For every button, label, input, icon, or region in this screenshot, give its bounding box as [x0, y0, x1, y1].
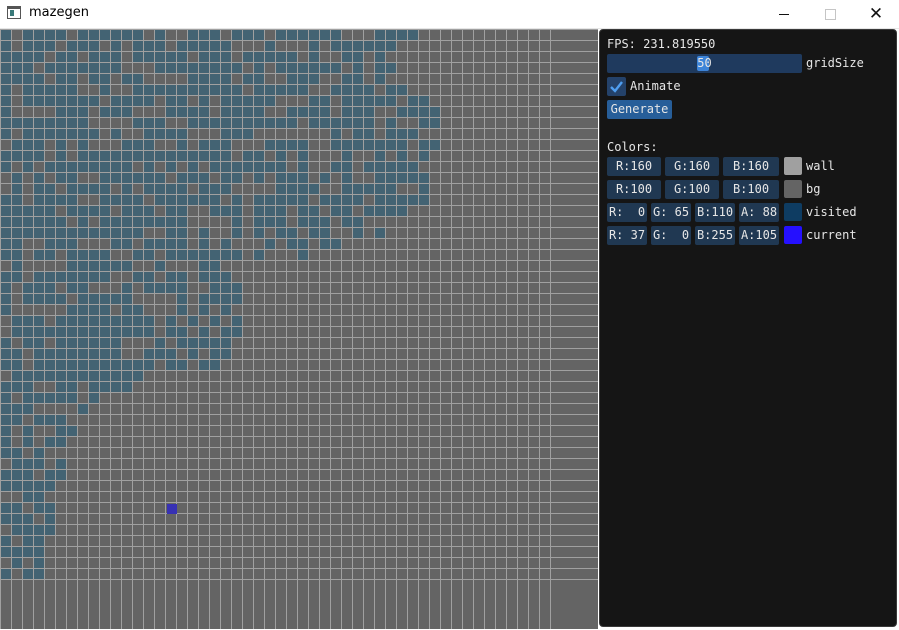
animate-label: Animate: [630, 79, 681, 93]
window-title: mazegen: [29, 5, 89, 20]
color-wall-field[interactable]: G:160: [665, 157, 719, 176]
minimize-button[interactable]: [761, 0, 807, 28]
color-bg-field[interactable]: R:100: [607, 180, 661, 199]
color-current-swatch[interactable]: [784, 226, 802, 244]
close-button[interactable]: ✕: [853, 0, 899, 28]
color-wall-field[interactable]: B:160: [723, 157, 779, 176]
color-bg-swatch[interactable]: [784, 180, 802, 198]
color-current-field[interactable]: R: 37: [607, 226, 647, 245]
maximize-icon: [824, 8, 836, 20]
color-wall-label: wall: [806, 159, 835, 173]
color-current-field[interactable]: G: 0: [651, 226, 691, 245]
color-visited-field[interactable]: G: 65: [651, 203, 691, 222]
color-current-field[interactable]: A:105: [739, 226, 779, 245]
color-visited-label: visited: [806, 205, 857, 219]
close-icon: ✕: [868, 4, 884, 24]
grid-size-value: 50: [697, 56, 712, 70]
color-visited-swatch[interactable]: [784, 203, 802, 221]
color-current-field[interactable]: B:255: [695, 226, 735, 245]
maximize-button[interactable]: [807, 0, 853, 28]
grid-size-slider[interactable]: 50: [607, 54, 802, 73]
maze-canvas: [0, 29, 598, 629]
minimize-icon: [779, 13, 789, 15]
color-visited-field[interactable]: A: 88: [739, 203, 779, 222]
color-wall-swatch[interactable]: [784, 157, 802, 175]
color-current-label: current: [806, 228, 857, 242]
animate-checkbox[interactable]: [607, 77, 626, 96]
title-bar[interactable]: mazegen ✕: [0, 0, 899, 29]
color-bg-label: bg: [806, 182, 821, 196]
colors-heading: Colors:: [607, 140, 658, 154]
generate-button[interactable]: Generate: [607, 100, 672, 119]
control-panel: FPS: 231.819550 50 gridSize Animate Gene…: [599, 29, 897, 627]
fps-readout: FPS: 231.819550: [607, 37, 716, 51]
color-bg-field[interactable]: G:100: [665, 180, 719, 199]
color-visited-field[interactable]: B:110: [695, 203, 735, 222]
color-bg-field[interactable]: B:100: [723, 180, 779, 199]
grid-size-label: gridSize: [806, 56, 864, 70]
checkmark-icon: [610, 81, 623, 93]
maze-current-cell: [167, 504, 177, 514]
app-icon: [7, 6, 21, 19]
color-visited-field[interactable]: R: 0: [607, 203, 647, 222]
color-wall-field[interactable]: R:160: [607, 157, 661, 176]
